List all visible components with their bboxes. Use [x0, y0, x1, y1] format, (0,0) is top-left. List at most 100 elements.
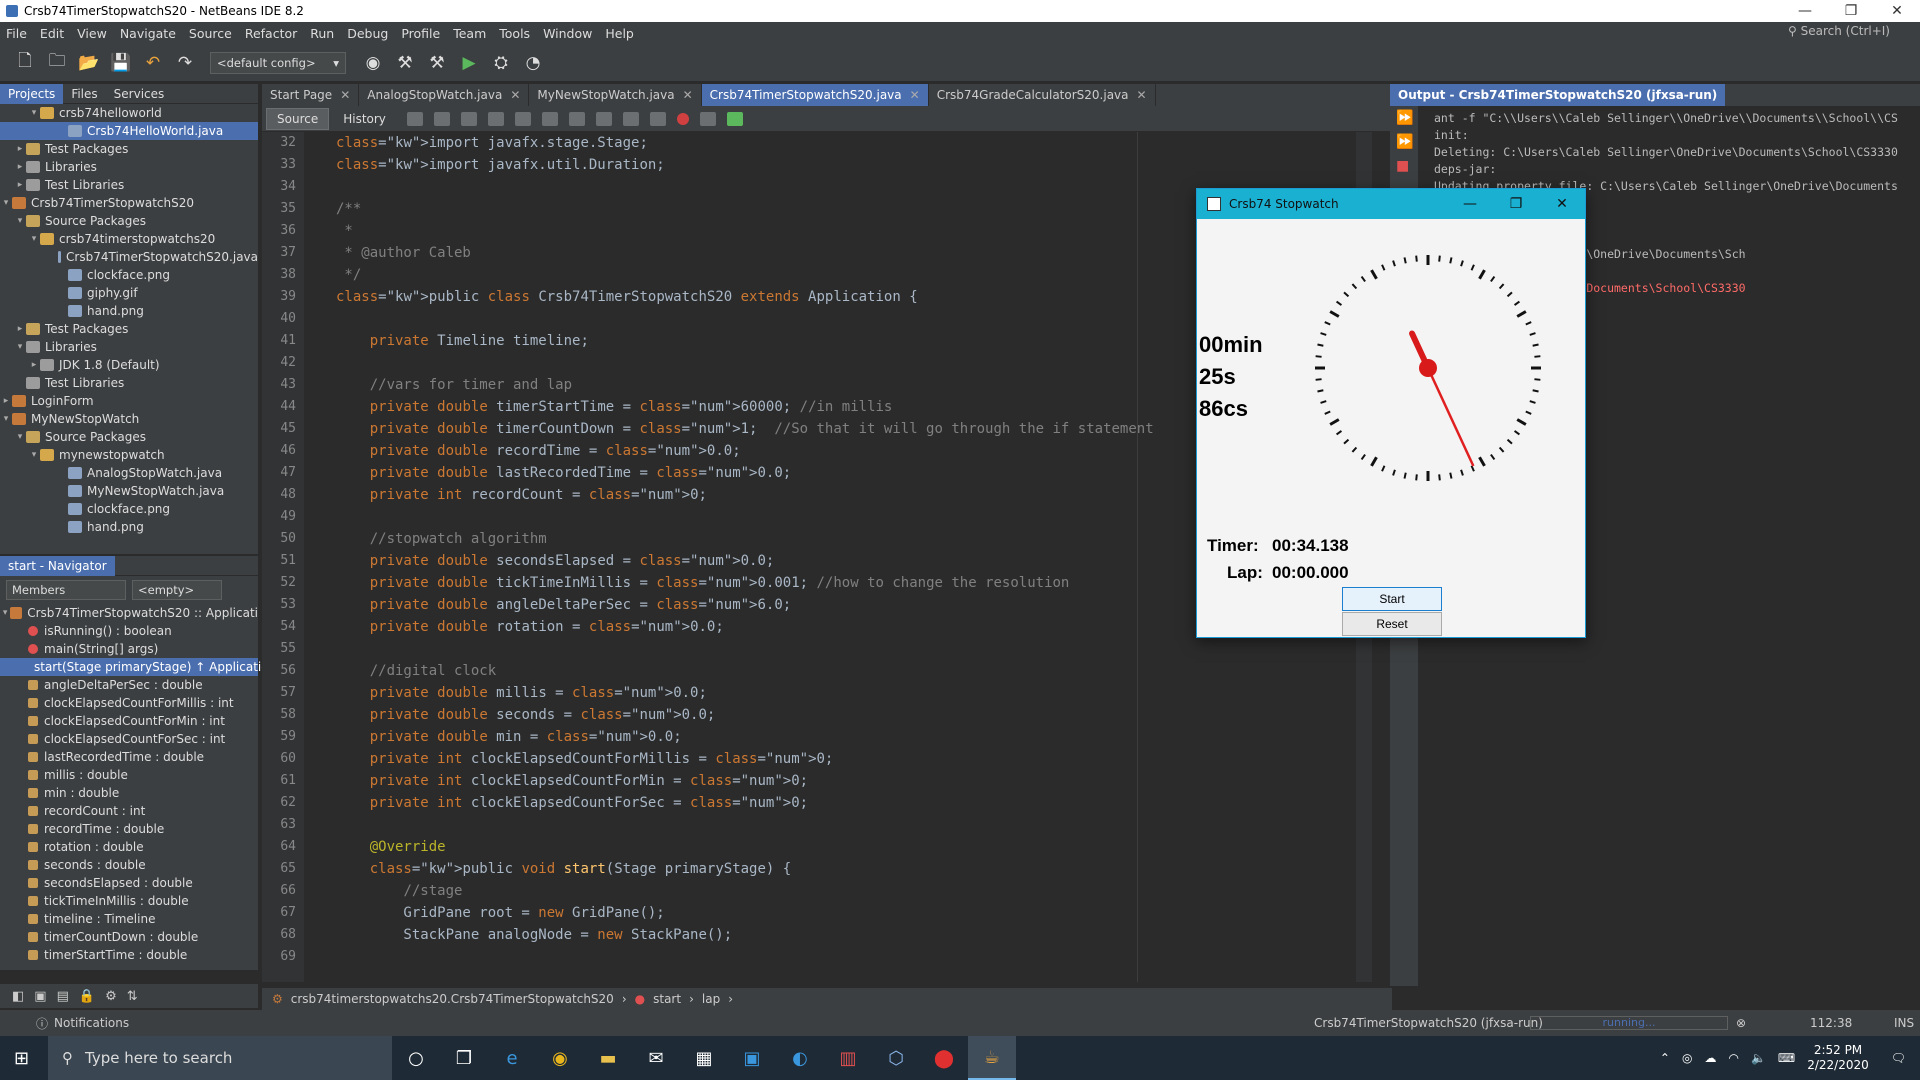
tree-item[interactable]: Crsb74TimerStopwatchS20.java: [0, 248, 258, 266]
menu-debug[interactable]: Debug: [347, 26, 388, 41]
expand-toggle-icon[interactable]: ▾: [0, 410, 12, 428]
rerun-icon[interactable]: ⏩: [1390, 106, 1418, 130]
tree-item[interactable]: clockface.png: [0, 500, 258, 518]
bookmark-prev-icon[interactable]: [568, 111, 585, 126]
tree-item[interactable]: ▸ Test Libraries: [0, 176, 258, 194]
clock[interactable]: 2:52 PM 2/22/2020: [1807, 1043, 1869, 1073]
navigator-member[interactable]: secondsElapsed : double: [0, 874, 258, 892]
navigator-member[interactable]: recordCount : int: [0, 802, 258, 820]
filter-icon[interactable]: ◧: [12, 989, 24, 1004]
cpu-icon[interactable]: ▥: [824, 1036, 872, 1080]
close-tab-icon[interactable]: ✕: [340, 88, 350, 102]
code-line[interactable]: [304, 638, 1354, 660]
code-line[interactable]: StackPane analogNode = new StackPane();: [304, 924, 1354, 946]
tree-item[interactable]: clockface.png: [0, 266, 258, 284]
notification-center-icon[interactable]: 🗨: [1891, 1051, 1906, 1065]
tree-item[interactable]: ▸ Test Packages: [0, 320, 258, 338]
sort-icon[interactable]: ⇅: [127, 989, 138, 1004]
code-line[interactable]: class="kw">import javafx.util.Duration;: [304, 154, 1354, 176]
navigator-member[interactable]: millis : double: [0, 766, 258, 784]
navigator-member[interactable]: angleDeltaPerSec : double: [0, 676, 258, 694]
tree-item[interactable]: ▾ crsb74timerstopwatchs20: [0, 230, 258, 248]
tree-item[interactable]: ▸ JDK 1.8 (Default): [0, 356, 258, 374]
navigator-member[interactable]: seconds : double: [0, 856, 258, 874]
tree-item[interactable]: MyNewStopWatch.java: [0, 482, 258, 500]
cloud-icon[interactable]: ☁: [1704, 1051, 1716, 1065]
editor-tab[interactable]: Crsb74GradeCalculatorS20.java ✕: [929, 84, 1156, 106]
taskbar-search[interactable]: ⚲ Type here to search: [48, 1036, 392, 1080]
code-line[interactable]: class="kw">import javafx.stage.Stage;: [304, 132, 1354, 154]
expand-toggle-icon[interactable]: ▸: [14, 140, 26, 158]
code-line[interactable]: [304, 814, 1354, 836]
expand-toggle-icon[interactable]: ▸: [0, 392, 12, 410]
volume-icon[interactable]: 🔈: [1751, 1051, 1766, 1065]
search-input[interactable]: ⚲ Search (Ctrl+I): [1788, 24, 1890, 38]
lock-icon[interactable]: 🔒: [79, 989, 95, 1004]
breadcrumb-class[interactable]: crsb74timerstopwatchs20.Crsb74TimerStopw…: [291, 992, 614, 1006]
save-all-icon[interactable]: 💾: [108, 50, 134, 76]
record-macro-icon[interactable]: [676, 112, 689, 125]
menu-help[interactable]: Help: [605, 26, 634, 41]
globe-icon[interactable]: ◉: [360, 50, 386, 76]
menu-profile[interactable]: Profile: [401, 26, 440, 41]
cancel-run-icon[interactable]: ⊗: [1736, 1016, 1746, 1030]
navigator-member[interactable]: clockElapsedCountForMillis : int: [0, 694, 258, 712]
menu-source[interactable]: Source: [189, 26, 232, 41]
expand-toggle-icon[interactable]: ▸: [14, 176, 26, 194]
run-icon[interactable]: ▶: [456, 50, 482, 76]
new-project-icon[interactable]: 🗀: [44, 50, 70, 76]
find-next-icon[interactable]: [514, 111, 531, 126]
tree-item[interactable]: AnalogStopWatch.java: [0, 464, 258, 482]
navigator-member[interactable]: main(String[] args): [0, 640, 258, 658]
tree-item[interactable]: ▸ Test Packages: [0, 140, 258, 158]
tree-item[interactable]: Test Libraries: [0, 374, 258, 392]
tree-item[interactable]: ▾ Libraries: [0, 338, 258, 356]
tree-item[interactable]: ▾ MyNewStopWatch: [0, 410, 258, 428]
network-icon[interactable]: ◎: [1682, 1051, 1692, 1065]
members-dropdown[interactable]: Members: [6, 580, 126, 600]
virtualbox-icon[interactable]: ⬡: [872, 1036, 920, 1080]
sw-minimize-button[interactable]: —: [1447, 189, 1493, 219]
java-icon[interactable]: ☕: [968, 1036, 1016, 1080]
code-line[interactable]: private int clockElapsedCountForMin = cl…: [304, 770, 1354, 792]
close-tab-icon[interactable]: ✕: [1137, 88, 1147, 102]
editor-tab[interactable]: Crsb74TimerStopwatchS20.java ✕: [701, 84, 929, 106]
expand-toggle-icon[interactable]: ▸: [14, 320, 26, 338]
bookmark-next-icon[interactable]: [595, 111, 612, 126]
toggle-highlight-icon[interactable]: [541, 111, 558, 126]
navigator-member[interactable]: recordTime : double: [0, 820, 258, 838]
shift-right-icon[interactable]: [649, 111, 666, 126]
app-icon-2[interactable]: ▣: [728, 1036, 776, 1080]
navigator-root[interactable]: ▾ Crsb74TimerStopwatchS20 :: Applicati: [0, 604, 258, 622]
expand-toggle-icon[interactable]: ▾: [28, 446, 40, 464]
tree-item[interactable]: ▸ LoginForm: [0, 392, 258, 410]
menu-view[interactable]: View: [77, 26, 107, 41]
tab-services[interactable]: Services: [106, 84, 173, 104]
new-file-icon[interactable]: 🗋: [12, 50, 38, 76]
navigator-member[interactable]: clockElapsedCountForSec : int: [0, 730, 258, 748]
inherited-icon[interactable]: ⚙: [105, 989, 117, 1004]
shift-left-icon[interactable]: [622, 111, 639, 126]
navigator-member[interactable]: clockElapsedCountForMin : int: [0, 712, 258, 730]
tree-item[interactable]: ▾ crsb74helloworld: [0, 104, 258, 122]
notifications-label[interactable]: Notifications: [54, 1016, 129, 1030]
menu-edit[interactable]: Edit: [40, 26, 64, 41]
tree-item[interactable]: ▾ mynewstopwatch: [0, 446, 258, 464]
profile-icon[interactable]: ◔: [520, 50, 546, 76]
maximize-button[interactable]: ❐: [1828, 0, 1874, 22]
tree-item[interactable]: ▾ Source Packages: [0, 428, 258, 446]
editor-tab[interactable]: MyNewStopWatch.java ✕: [529, 84, 702, 106]
tree-item[interactable]: giphy.gif: [0, 284, 258, 302]
config-dropdown[interactable]: <default config>: [210, 51, 346, 74]
chevron-up-icon[interactable]: ⌃: [1660, 1051, 1670, 1065]
open-project-icon[interactable]: 📂: [76, 50, 102, 76]
menu-file[interactable]: File: [6, 26, 27, 41]
expand-toggle-icon[interactable]: ▾: [14, 212, 26, 230]
back-icon[interactable]: [406, 111, 423, 126]
menu-window[interactable]: Window: [543, 26, 592, 41]
minimize-button[interactable]: —: [1782, 0, 1828, 22]
sw-maximize-button[interactable]: ❐: [1493, 189, 1539, 219]
static-icon[interactable]: ▤: [57, 989, 69, 1004]
notifications-icon[interactable]: ⓘ: [36, 1015, 48, 1032]
expand-toggle-icon[interactable]: ▾: [28, 104, 40, 122]
